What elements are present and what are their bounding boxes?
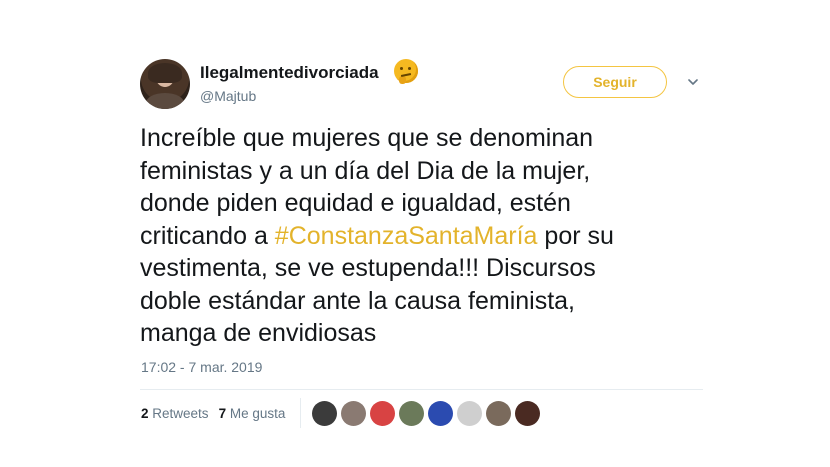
user-avatar[interactable] <box>140 59 190 109</box>
tweet-stats: 2 Retweets 7 Me gusta <box>141 406 285 421</box>
hashtag-link[interactable]: #ConstanzaSantaMaría <box>275 222 538 250</box>
avatar-hair <box>148 63 182 83</box>
tweet-text: Increíble que mujeres que se denominan f… <box>140 122 700 350</box>
user-handle[interactable]: @Majtub <box>200 88 256 104</box>
retweets-stat[interactable]: 2 Retweets <box>141 406 209 421</box>
tweet-timestamp[interactable]: 17:02 - 7 mar. 2019 <box>141 359 262 375</box>
likes-stat[interactable]: 7 Me gusta <box>219 406 286 421</box>
stats-divider <box>140 389 703 390</box>
liker-avatar-2[interactable] <box>341 401 366 426</box>
avatar-shoulders <box>146 93 184 109</box>
chevron-down-icon[interactable] <box>688 77 698 87</box>
display-name[interactable]: Ilegalmentedivorciada <box>200 63 379 83</box>
liker-avatar-1[interactable] <box>312 401 337 426</box>
follow-button[interactable]: Seguir <box>563 66 667 98</box>
stats-vertical-divider <box>300 398 301 428</box>
thinking-face-icon <box>394 59 418 84</box>
liker-avatar-8[interactable] <box>515 401 540 426</box>
retweets-count: 2 <box>141 406 149 421</box>
retweets-label: Retweets <box>152 406 209 421</box>
likes-count: 7 <box>218 406 227 421</box>
emoji-hand <box>399 76 406 84</box>
liker-avatar-4[interactable] <box>399 401 424 426</box>
likes-label: Me gusta <box>229 406 286 421</box>
liker-avatar-5[interactable] <box>428 401 453 426</box>
liker-avatar-7[interactable] <box>486 401 511 426</box>
liker-avatar-dots[interactable] <box>457 401 482 426</box>
liker-avatar-flag[interactable] <box>370 401 395 426</box>
likers-avatars <box>312 401 540 426</box>
